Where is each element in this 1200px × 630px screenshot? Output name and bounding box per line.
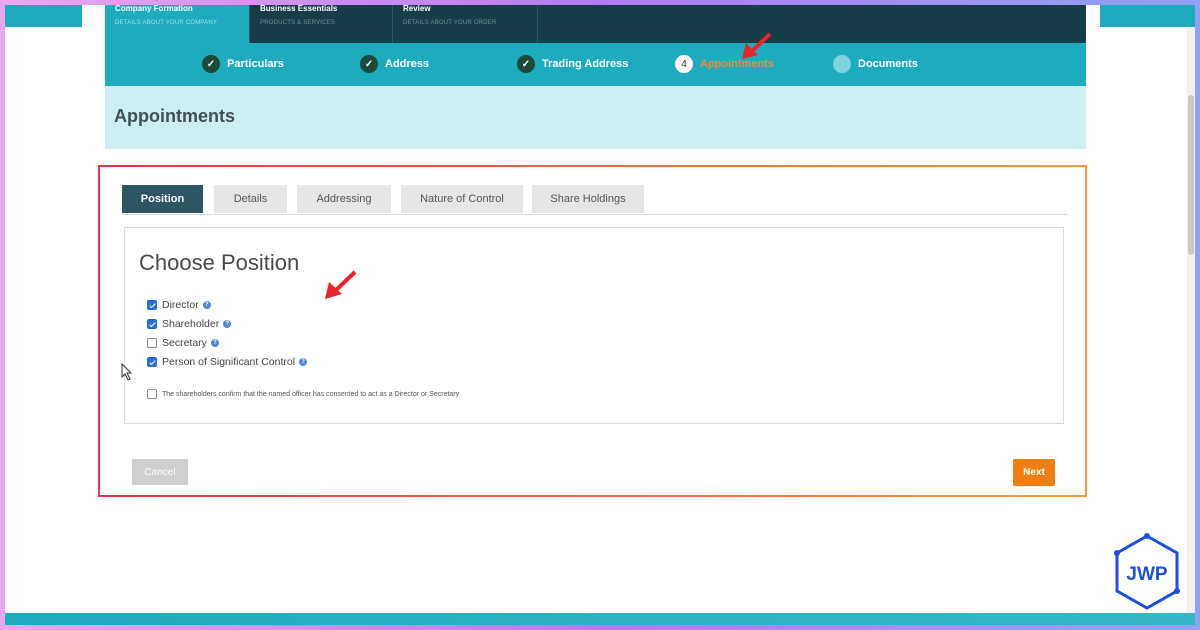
check-icon: ✓ [360, 55, 378, 73]
tab-nature-of-control[interactable]: Nature of Control [401, 185, 523, 213]
step-particulars[interactable]: ✓ Particulars [202, 54, 284, 74]
consent-option[interactable]: The shareholders confirm that the named … [147, 389, 459, 399]
tab-addressing[interactable]: Addressing [297, 185, 391, 213]
option-secretary[interactable]: Secretary ? [147, 337, 219, 349]
step-documents[interactable]: Documents [833, 54, 918, 74]
option-label: Person of Significant Control [162, 356, 296, 368]
svg-text:JWP: JWP [1126, 564, 1168, 585]
form-tabs: Position Details Addressing Nature of Co… [122, 185, 1068, 215]
step-label: Documents [858, 58, 918, 70]
next-button[interactable]: Next [1013, 459, 1055, 486]
step-address[interactable]: ✓ Address [360, 54, 429, 74]
top-tab-review[interactable]: Review DETAILS ABOUT YOUR ORDER [393, 5, 538, 43]
option-label: Secretary [162, 337, 207, 349]
option-director[interactable]: Director ? [147, 299, 211, 311]
option-psc[interactable]: Person of Significant Control ? [147, 356, 308, 368]
help-icon[interactable]: ? [202, 301, 211, 309]
mouse-cursor-icon [121, 363, 133, 381]
top-tab-title: Business Essentials [260, 5, 338, 13]
header-accent-right [1100, 5, 1195, 27]
top-tab-title: Review [403, 5, 431, 13]
shareholder-checkbox[interactable] [147, 319, 157, 329]
footer-bar [5, 613, 1195, 625]
scrollbar-track[interactable] [1187, 27, 1195, 625]
step-number: 4 [675, 55, 693, 73]
page: Company Formation DETAILS ABOUT YOUR COM… [5, 5, 1195, 625]
check-icon: ✓ [517, 55, 535, 73]
scrollbar-thumb[interactable] [1188, 95, 1194, 255]
top-tab-subtitle: DETAILS ABOUT YOUR ORDER [403, 20, 497, 26]
top-nav: Company Formation DETAILS ABOUT YOUR COM… [105, 5, 1086, 43]
help-icon[interactable]: ? [223, 320, 232, 328]
red-arrow-icon [742, 32, 772, 59]
tab-share-holdings[interactable]: Share Holdings [532, 185, 644, 213]
director-checkbox[interactable] [147, 300, 157, 310]
top-tab-business-essentials[interactable]: Business Essentials PRODUCTS & SERVICES [250, 5, 393, 43]
consent-checkbox[interactable] [147, 389, 157, 399]
red-arrow-icon [325, 270, 357, 299]
help-icon[interactable]: ? [210, 339, 219, 347]
top-tab-subtitle: DETAILS ABOUT YOUR COMPANY [115, 20, 218, 26]
jwp-logo: JWP [1114, 533, 1180, 610]
option-shareholder[interactable]: Shareholder ? [147, 318, 232, 330]
top-tab-subtitle: PRODUCTS & SERVICES [260, 20, 336, 26]
tab-position[interactable]: Position [122, 185, 203, 213]
step-trading-address[interactable]: ✓ Trading Address [517, 54, 628, 74]
secretary-checkbox[interactable] [147, 338, 157, 348]
cancel-button[interactable]: Cancel [132, 459, 188, 485]
check-icon: ✓ [202, 55, 220, 73]
option-label: Shareholder [162, 318, 220, 330]
top-tab-title: Company Formation [115, 5, 193, 13]
tab-details[interactable]: Details [214, 185, 287, 213]
step-pending-dot [833, 55, 851, 73]
page-title: Appointments [114, 106, 235, 126]
header-accent-left [5, 5, 82, 27]
step-label: Address [385, 58, 430, 70]
progress-steps: ✓ Particulars ✓ Address ✓ Trading Addres… [105, 43, 1086, 86]
top-tab-company-formation[interactable]: Company Formation DETAILS ABOUT YOUR COM… [105, 5, 250, 43]
page-title-panel: Appointments [105, 86, 1086, 149]
step-label: Particulars [227, 58, 284, 70]
section-title: Choose Position [139, 250, 300, 275]
consent-label: The shareholders confirm that the named … [162, 390, 460, 398]
help-icon[interactable]: ? [299, 358, 308, 366]
position-panel: Choose Position Director ? Shareholder ?… [124, 227, 1064, 424]
psc-checkbox[interactable] [147, 357, 157, 367]
step-label: Trading Address [542, 58, 629, 70]
option-label: Director [162, 299, 199, 311]
